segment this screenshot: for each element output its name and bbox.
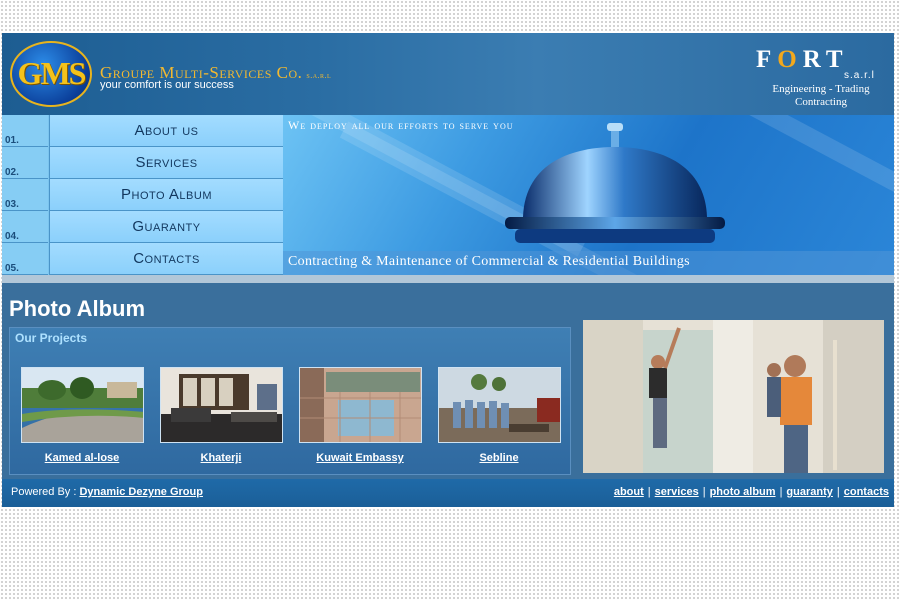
service-bell-icon bbox=[505, 123, 725, 243]
designer-link[interactable]: Dynamic Dezyne Group bbox=[79, 486, 202, 498]
garden-photo bbox=[22, 368, 143, 442]
nav-link-guaranty[interactable]: Guaranty bbox=[49, 211, 283, 243]
banner-caption: Contracting & Maintenance of Commercial … bbox=[288, 254, 690, 269]
footer-link-services[interactable]: services bbox=[655, 486, 699, 498]
nav-number: 02. bbox=[2, 147, 48, 179]
project-caption-khaterji[interactable]: Khaterji bbox=[151, 452, 291, 464]
divider-strip bbox=[2, 275, 894, 283]
powered-by: Powered By : Dynamic Dezyne Group bbox=[11, 486, 203, 498]
site-header: GMS Groupe Multi-Services Co. s.a.r.l you… bbox=[2, 33, 894, 115]
nav-number: 03. bbox=[2, 179, 48, 211]
project-caption-kamed[interactable]: Kamed al-lose bbox=[12, 452, 152, 464]
main-nav: 01. About us 02. Services 03. Photo Albu… bbox=[2, 115, 283, 275]
banner-slogan: We deploy all our efforts to serve you bbox=[288, 118, 514, 132]
project-thumbnail-kamed[interactable] bbox=[21, 367, 144, 443]
nav-link-photo-album[interactable]: Photo Album bbox=[49, 179, 283, 211]
nav-number: 01. bbox=[2, 115, 48, 147]
nav-item-photo-album: 03. Photo Album bbox=[2, 179, 283, 211]
nav-number: 04. bbox=[2, 211, 48, 243]
footer-separator: | bbox=[779, 486, 783, 498]
page-title: Photo Album bbox=[9, 296, 146, 321]
gms-logo[interactable]: GMS bbox=[10, 41, 92, 107]
project-caption-sebline[interactable]: Sebline bbox=[429, 452, 569, 464]
footer-separator: | bbox=[647, 486, 651, 498]
nav-item-contacts: 05. Contacts bbox=[2, 243, 283, 275]
footer-separator: | bbox=[836, 486, 840, 498]
workers-interior-photo bbox=[583, 320, 884, 473]
nav-link-contacts[interactable]: Contacts bbox=[49, 243, 283, 275]
fort-sarl: s.a.r.l bbox=[844, 70, 875, 81]
fort-letter-f: F bbox=[756, 46, 778, 73]
company-suffix: s.a.r.l bbox=[306, 71, 332, 80]
fort-subtitle: Engineering - Trading Contracting bbox=[760, 83, 882, 109]
banner-caption-bar: Contracting & Maintenance of Commercial … bbox=[283, 251, 894, 275]
footer-separator: | bbox=[702, 486, 706, 498]
nav-link-about[interactable]: About us bbox=[49, 115, 283, 147]
website: GMS Groupe Multi-Services Co. s.a.r.l you… bbox=[2, 33, 894, 507]
footer-link-contacts[interactable]: contacts bbox=[844, 486, 889, 498]
nav-number: 05. bbox=[2, 243, 48, 275]
project-thumbnail-sebline[interactable] bbox=[438, 367, 561, 443]
project-thumbnail-kuwait-embassy[interactable] bbox=[299, 367, 422, 443]
footer-link-photo-album[interactable]: photo album bbox=[710, 486, 776, 498]
nav-item-services: 02. Services bbox=[2, 147, 283, 179]
project-thumbnail-khaterji[interactable] bbox=[160, 367, 283, 443]
nav-item-guaranty: 04. Guaranty bbox=[2, 211, 283, 243]
fort-letters-rt: RT bbox=[802, 46, 849, 73]
office-photo bbox=[161, 368, 282, 442]
nav-link-services[interactable]: Services bbox=[49, 147, 283, 179]
nav-item-about: 01. About us bbox=[2, 115, 283, 147]
fort-line-1: Engineering - Trading bbox=[772, 83, 870, 95]
hero-banner: We deploy all our efforts to serve you C… bbox=[283, 115, 894, 275]
fort-line-2: Contracting bbox=[795, 96, 847, 108]
footer-link-about[interactable]: about bbox=[614, 486, 644, 498]
workers-photo bbox=[439, 368, 560, 442]
fort-logo: FORT bbox=[756, 46, 849, 74]
footer-links: about | services | photo album | guaranty | cont… bbox=[614, 486, 889, 498]
powered-by-label: Powered By : bbox=[11, 486, 77, 498]
company-tagline: your comfort is our success bbox=[100, 79, 234, 91]
tiled-floor-photo bbox=[300, 368, 421, 442]
projects-panel: Our Projects Kamed al-lose Khaterji Kuwa… bbox=[9, 327, 571, 475]
projects-heading: Our Projects bbox=[15, 331, 88, 345]
footer-link-guaranty[interactable]: guaranty bbox=[786, 486, 832, 498]
fort-letter-o: O bbox=[777, 46, 803, 73]
logo-text: GMS bbox=[17, 55, 87, 91]
featured-photo bbox=[583, 320, 884, 473]
project-caption-kuwait-embassy[interactable]: Kuwait Embassy bbox=[290, 452, 430, 464]
site-footer: Powered By : Dynamic Dezyne Group about |… bbox=[2, 479, 894, 507]
